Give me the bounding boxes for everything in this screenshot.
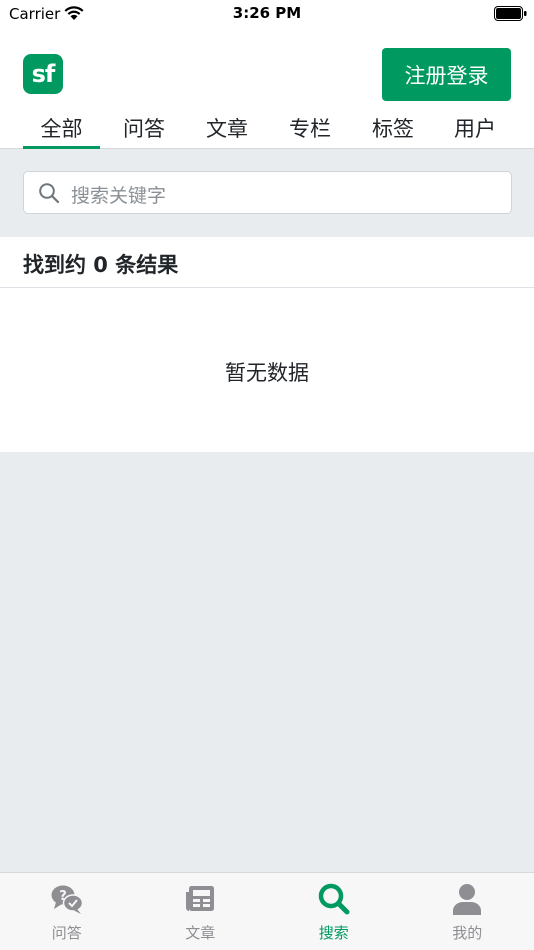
bottom-tab-bar: ? 问答 文章 搜索 我的 [0,872,534,950]
qa-bubble-icon: ? [51,885,83,914]
tabbar-label-qa: 问答 [51,924,82,942]
tabbar-label-search: 搜索 [318,924,349,942]
tab-columns[interactable]: 专栏 [276,110,344,149]
tabbar-item-search[interactable]: 搜索 [267,873,401,950]
tab-users[interactable]: 用户 [441,110,509,149]
search-input[interactable]: 搜索关键字 [23,171,512,214]
newspaper-icon [186,886,215,911]
results-header: 找到约 0 条结果 [0,237,534,288]
category-tabs: 全部 问答 文章 专栏 标签 用户 [0,110,534,149]
tab-qa[interactable]: 问答 [110,110,178,149]
tab-articles[interactable]: 文章 [193,110,261,149]
search-icon [318,883,350,915]
battery-icon [494,6,527,21]
search-area: 搜索关键字 [0,149,534,237]
tabbar-item-articles[interactable]: 文章 [134,873,268,950]
status-bar: Carrier 3:26 PM [0,0,534,28]
tabbar-item-qa[interactable]: ? 问答 [0,873,134,950]
results-count: 找到约 0 条结果 [23,253,179,277]
search-icon [39,183,60,204]
tab-all[interactable]: 全部 [23,110,100,149]
register-login-button[interactable]: 注册登录 [382,48,511,101]
results-list: 暂无数据 [0,288,534,452]
sf-logo: sf [23,54,63,94]
status-time: 3:26 PM [232,4,302,22]
search-placeholder: 搜索关键字 [71,185,167,207]
user-icon [453,884,482,915]
tab-tags[interactable]: 标签 [359,110,427,149]
tabbar-label-articles: 文章 [185,924,216,942]
top-header: sf 注册登录 全部 问答 文章 专栏 标签 用户 [0,28,534,149]
tabbar-label-mine: 我的 [452,924,483,942]
empty-state-text: 暂无数据 [225,361,309,385]
tabbar-item-mine[interactable]: 我的 [401,873,534,950]
